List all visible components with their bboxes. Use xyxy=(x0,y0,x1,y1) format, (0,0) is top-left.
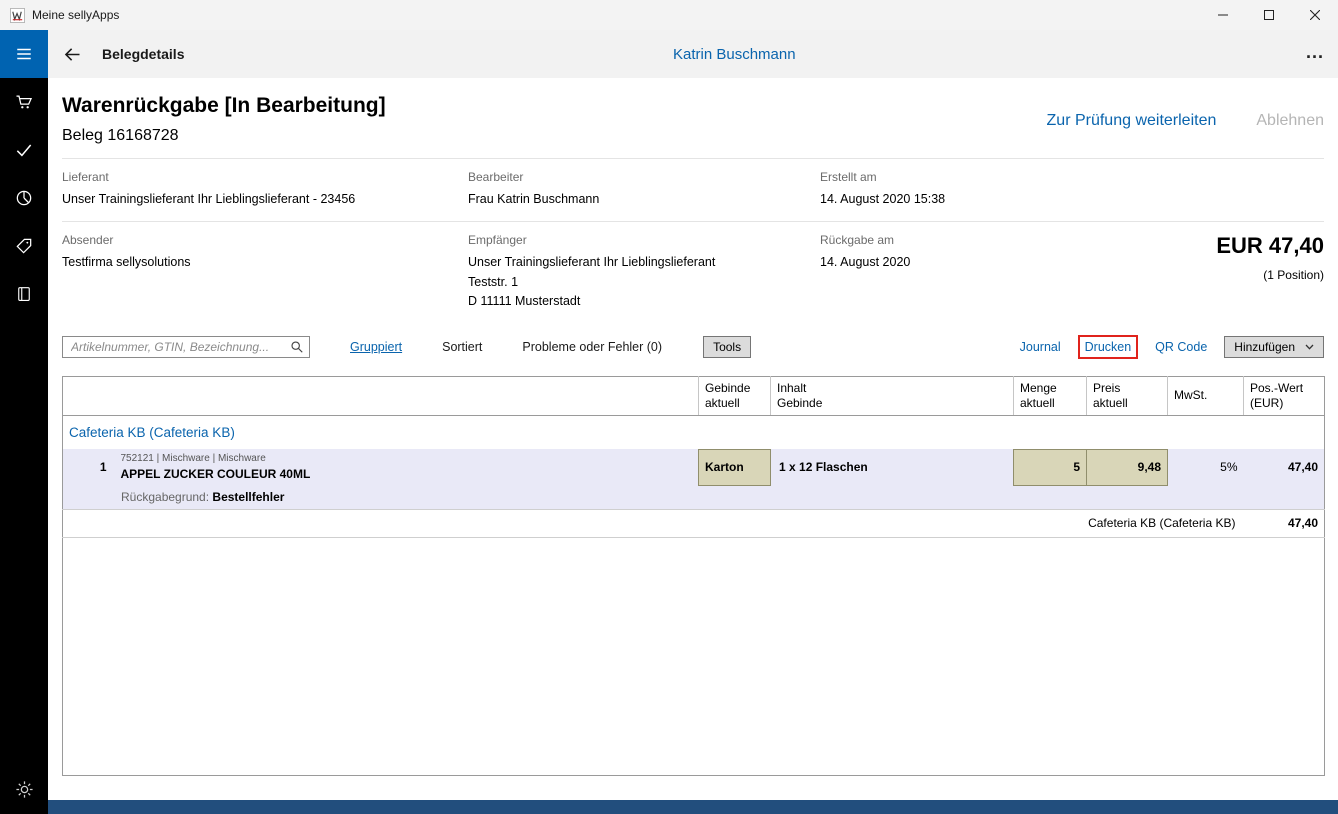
chevron-down-icon xyxy=(1305,344,1314,350)
col-preis: Preisaktuell xyxy=(1087,376,1168,415)
forward-for-review-link[interactable]: Zur Prüfung weiterleiten xyxy=(1047,112,1217,145)
filter-sortiert-link[interactable]: Sortiert xyxy=(442,340,482,354)
document-title: Warenrückgabe [In Bearbeitung] xyxy=(62,94,386,118)
items-table-wrap: Gebindeaktuell InhaltGebinde Mengeaktuel… xyxy=(62,376,1324,776)
bottom-status-bar xyxy=(48,800,1338,814)
sidebar-item-catalog[interactable] xyxy=(0,270,48,318)
col-menge: Mengeaktuell xyxy=(1014,376,1087,415)
items-table: Gebindeaktuell InhaltGebinde Mengeaktuel… xyxy=(62,376,1325,776)
table-empty-area xyxy=(63,537,1325,775)
minimize-button[interactable] xyxy=(1200,0,1246,30)
item-meta: 752121 | Mischware | Mischware xyxy=(121,453,699,464)
pie-chart-icon xyxy=(14,188,34,208)
reason-value: Bestellfehler xyxy=(212,490,284,504)
item-position: 1 xyxy=(63,449,113,485)
checkmark-icon xyxy=(14,140,34,160)
maximize-button[interactable] xyxy=(1246,0,1292,30)
item-row[interactable]: 1 752121 | Mischware | Mischware APPEL Z… xyxy=(63,449,1325,485)
qr-code-link[interactable]: QR Code xyxy=(1155,340,1207,354)
item-mwst: 5% xyxy=(1168,449,1244,485)
sidebar-item-cart[interactable] xyxy=(0,78,48,126)
item-menge-field[interactable]: 5 xyxy=(1014,449,1087,485)
item-preis-field[interactable]: 9,48 xyxy=(1087,449,1168,485)
hinzufuegen-button[interactable]: Hinzufügen xyxy=(1224,336,1324,358)
col-mwst: MwSt. xyxy=(1168,376,1244,415)
group-header-label: Cafeteria KB (Cafeteria KB) xyxy=(63,415,1325,449)
close-button[interactable] xyxy=(1292,0,1338,30)
minimize-icon xyxy=(1218,10,1228,20)
filter-probleme-link[interactable]: Probleme oder Fehler (0) xyxy=(522,340,662,354)
document-number: Beleg 16168728 xyxy=(62,127,386,145)
titlebar: Meine sellyApps xyxy=(0,0,1338,30)
content-area: Warenrückgabe [In Bearbeitung] Beleg 161… xyxy=(48,78,1338,800)
table-header-row: Gebindeaktuell InhaltGebinde Mengeaktuel… xyxy=(63,376,1325,415)
filter-gruppiert-link[interactable]: Gruppiert xyxy=(350,340,402,354)
field-rueckgabe-am: Rückgabe am 14. August 2020 xyxy=(820,233,1216,311)
reason-label: Rückgabegrund: xyxy=(121,490,209,504)
close-icon xyxy=(1310,10,1320,20)
sidebar-item-offers[interactable] xyxy=(0,222,48,270)
reject-link[interactable]: Ablehnen xyxy=(1256,112,1324,145)
field-lieferant: Lieferant Unser Trainingslieferant Ihr L… xyxy=(62,170,468,209)
col-gebinde: Gebindeaktuell xyxy=(699,376,771,415)
back-button[interactable] xyxy=(48,30,96,78)
item-inhalt: 1 x 12 Flaschen xyxy=(771,449,1014,485)
toolbar-right-actions: Journal Drucken QR Code Hinzufügen xyxy=(1020,335,1324,359)
tag-icon xyxy=(14,236,34,256)
search-input[interactable] xyxy=(63,337,309,357)
field-empfaenger: Empfänger Unser Trainingslieferant Ihr L… xyxy=(468,233,820,311)
summary-group-value: 47,40 xyxy=(1244,509,1325,537)
app-logo-icon xyxy=(9,7,25,23)
sidebar-item-statistics[interactable] xyxy=(0,174,48,222)
book-icon xyxy=(15,284,33,304)
sidebar-item-tasks[interactable] xyxy=(0,126,48,174)
item-name: APPEL ZUCKER COULEUR 40ML xyxy=(121,467,699,481)
search-box xyxy=(62,336,310,358)
document-header: Warenrückgabe [In Bearbeitung] Beleg 161… xyxy=(48,78,1338,145)
sidebar-item-settings[interactable] xyxy=(0,772,48,806)
app-header: Belegdetails Katrin Buschmann ... xyxy=(48,30,1338,78)
annotation-box: Drucken xyxy=(1078,335,1139,359)
item-article: 752121 | Mischware | Mischware APPEL ZUC… xyxy=(113,449,699,485)
back-arrow-icon xyxy=(62,44,83,65)
drucken-link[interactable]: Drucken xyxy=(1085,340,1132,354)
sidebar xyxy=(0,30,48,814)
group-summary-row: Cafeteria KB (Cafeteria KB) 47,40 xyxy=(63,509,1325,537)
details-row-2: Absender Testfirma sellysolutions Empfän… xyxy=(62,221,1324,323)
document-details: Lieferant Unser Trainingslieferant Ihr L… xyxy=(62,158,1324,324)
item-gebinde-field[interactable]: Karton xyxy=(699,449,771,485)
menu-button[interactable] xyxy=(0,30,48,78)
field-absender: Absender Testfirma sellysolutions xyxy=(62,233,468,311)
window-title: Meine sellyApps xyxy=(32,8,119,22)
document-total: EUR 47,40 (1 Position) xyxy=(1216,233,1324,311)
item-pos-wert: 47,40 xyxy=(1244,449,1325,485)
page-header-title: Belegdetails xyxy=(102,46,184,62)
field-bearbeiter: Bearbeiter Frau Katrin Buschmann xyxy=(468,170,820,209)
summary-group-label: Cafeteria KB (Cafeteria KB) xyxy=(63,509,1244,537)
document-actions: Zur Prüfung weiterleiten Ablehnen xyxy=(1047,112,1324,145)
more-options-button[interactable]: ... xyxy=(1306,30,1324,74)
col-inhalt: InhaltGebinde xyxy=(771,376,1014,415)
total-amount: EUR 47,40 xyxy=(1216,233,1324,259)
group-header-row[interactable]: Cafeteria KB (Cafeteria KB) xyxy=(63,415,1325,449)
items-toolbar: Gruppiert Sortiert Probleme oder Fehler … xyxy=(62,332,1324,362)
col-pos-wert: Pos.-Wert(EUR) xyxy=(1244,376,1325,415)
tools-button[interactable]: Tools xyxy=(703,336,751,358)
reason-row: Rückgabegrund: Bestellfehler xyxy=(63,485,1325,509)
details-row-1: Lieferant Unser Trainingslieferant Ihr L… xyxy=(62,158,1324,221)
search-icon[interactable] xyxy=(290,340,304,354)
journal-link[interactable]: Journal xyxy=(1020,340,1061,354)
maximize-icon xyxy=(1264,10,1274,20)
col-pos xyxy=(63,376,113,415)
window-controls xyxy=(1200,0,1338,30)
cart-icon xyxy=(14,92,34,112)
col-article xyxy=(113,376,699,415)
field-erstellt-am: Erstellt am 14. August 2020 15:38 xyxy=(820,170,1216,209)
current-user[interactable]: Katrin Buschmann xyxy=(673,30,796,78)
hamburger-icon xyxy=(15,45,33,63)
gear-icon xyxy=(15,780,34,799)
position-count: (1 Position) xyxy=(1216,268,1324,282)
